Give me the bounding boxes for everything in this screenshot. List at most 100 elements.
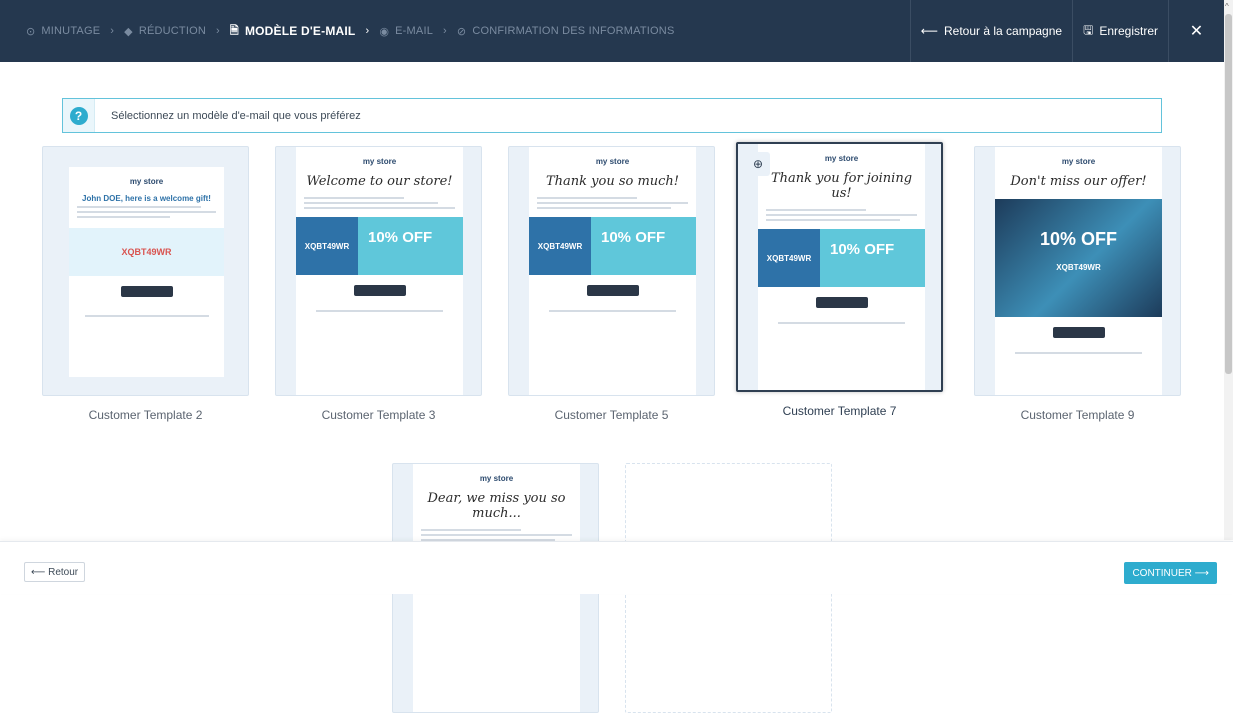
step-email-template[interactable]: 🗎 MODÈLE D'E-MAIL — [230, 22, 356, 41]
discount-band: XQBT49WR 10% OFF — [529, 217, 696, 275]
chevron-right-icon: › — [216, 25, 220, 37]
top-navigation-bar: ⊙ MINUTAGE › ◆ RÉDUCTION › 🗎 MODÈLE D'E-MAI… — [0, 0, 1224, 62]
text-line — [537, 202, 688, 204]
template-card[interactable]: my store John DOE, here is a welcome gif… — [42, 146, 249, 422]
promo-banner: 10% OFF XQBT49WR — [995, 199, 1162, 317]
template-card[interactable]: my store Welcome to our store! XQBT49WR … — [275, 146, 482, 422]
vertical-scrollbar[interactable]: ^ — [1224, 0, 1233, 540]
text-line — [421, 534, 572, 536]
zoom-icon[interactable]: ⊕ — [746, 152, 770, 176]
template-name: Customer Template 3 — [321, 408, 436, 422]
shop-button-preview — [586, 285, 639, 296]
step-label: CONFIRMATION DES INFORMATIONS — [472, 25, 675, 37]
store-logo: my store — [479, 474, 514, 483]
voucher-code: XQBT49WR — [296, 217, 358, 275]
arrow-left-icon: ⟵ — [920, 24, 938, 38]
template-card[interactable]: my store Don't miss our offer! 10% OFF X… — [974, 146, 1181, 422]
text-line — [84, 315, 209, 317]
back-button[interactable]: ⟵ Retour — [24, 562, 86, 582]
step-label: MODÈLE D'E-MAIL — [244, 24, 356, 38]
question-icon: ? — [69, 106, 88, 125]
template-card[interactable]: my store Thank you so much! XQBT49WR 10%… — [508, 146, 715, 422]
continue-button[interactable]: CONTINUER ⟶ — [1124, 562, 1217, 584]
template-preview[interactable]: ⊕ my store Thank you for joining us! XQB… — [736, 142, 943, 392]
footer-divider — [778, 322, 905, 324]
back-to-campaign-button[interactable]: ⟵ Retour à la campagne — [909, 0, 1072, 62]
close-button[interactable]: ✕ — [1168, 0, 1224, 62]
footer-divider — [1015, 352, 1142, 354]
text-line — [77, 211, 216, 213]
email-heading: Don't miss our offer! — [1010, 174, 1147, 189]
scrollbar-thumb[interactable] — [1225, 14, 1232, 374]
discount-text: 10% OFF — [830, 241, 895, 258]
template-card-selected[interactable]: ⊕ my store Thank you for joining us! XQB… — [736, 142, 943, 418]
shop-button-preview — [815, 297, 868, 308]
text-line — [766, 209, 867, 211]
step-minutage[interactable]: ⊙ MINUTAGE — [26, 25, 100, 38]
step-label: E-MAIL — [395, 25, 434, 37]
text-line — [304, 207, 455, 209]
step-label: RÉDUCTION — [138, 25, 207, 37]
template-preview[interactable]: my store Don't miss our offer! 10% OFF X… — [974, 146, 1181, 396]
notice-icon-box: ? — [63, 99, 95, 132]
store-logo: my store — [595, 157, 630, 166]
email-preview: my store John DOE, here is a welcome gif… — [69, 167, 224, 377]
text-line — [766, 219, 900, 221]
header-actions: ⟵ Retour à la campagne 🖫 Enregistrer ✕ — [909, 0, 1224, 62]
save-label: Enregistrer — [1099, 24, 1158, 38]
email-preview: my store Don't miss our offer! 10% OFF X… — [995, 147, 1162, 395]
clock-icon: ⊙ — [26, 25, 36, 38]
info-notice: ? Sélectionnez un modèle d'e-mail que vo… — [62, 98, 1162, 133]
text-line — [766, 214, 917, 216]
wizard-steps: ⊙ MINUTAGE › ◆ RÉDUCTION › 🗎 MODÈLE D'E-MAI… — [0, 22, 910, 41]
text-line — [421, 529, 522, 531]
text-line — [77, 216, 170, 218]
document-icon: 🗎 — [229, 24, 239, 37]
check-circle-icon: ⊘ — [456, 25, 467, 38]
notice-text: Sélectionnez un modèle d'e-mail que vous… — [111, 109, 361, 122]
voucher-code: XQBT49WR — [529, 217, 591, 275]
discount-band: XQBT49WR 10% OFF — [758, 229, 925, 287]
template-preview[interactable]: my store John DOE, here is a welcome gif… — [42, 146, 249, 396]
scroll-up-icon[interactable]: ^ — [1225, 2, 1229, 11]
template-name: Customer Template 2 — [88, 408, 203, 422]
store-logo: my store — [362, 157, 397, 166]
text-line — [77, 206, 201, 208]
footer-bar: ⟵ Retour CONTINUER ⟶ — [0, 541, 1233, 594]
template-preview[interactable]: my store Welcome to our store! XQBT49WR … — [275, 146, 482, 396]
email-heading: Welcome to our store! — [306, 174, 453, 189]
back-to-campaign-label: Retour à la campagne — [944, 24, 1063, 38]
template-name: Customer Template 5 — [554, 408, 669, 422]
eye-icon: ◉ — [379, 25, 390, 38]
discount-text: 10% OFF — [601, 229, 666, 246]
text-line — [304, 202, 438, 204]
step-confirmation[interactable]: ⊘ CONFIRMATION DES INFORMATIONS — [457, 25, 675, 38]
text-line — [304, 197, 405, 199]
step-email[interactable]: ◉ E-MAIL — [379, 25, 433, 38]
email-heading: Thank you for joining us! — [770, 171, 913, 201]
email-heading: John DOE, here is a welcome gift! — [82, 194, 211, 203]
discount-text: 10% OFF — [1039, 229, 1118, 249]
chevron-right-icon: › — [365, 25, 370, 37]
chevron-right-icon: › — [443, 25, 447, 37]
email-preview: my store Thank you so much! XQBT49WR 10%… — [529, 147, 696, 395]
footer-divider — [316, 310, 443, 312]
step-label: MINUTAGE — [41, 25, 101, 37]
floppy-disk-icon: 🖫 — [1083, 22, 1094, 37]
voucher-band: XQBT49WR — [69, 228, 224, 276]
discount-band: XQBT49WR 10% OFF — [296, 217, 463, 275]
discount-text: 10% OFF — [368, 229, 433, 246]
template-name: Customer Template 9 — [1020, 408, 1135, 422]
text-line — [537, 207, 671, 209]
email-heading: Dear, we miss you so much... — [427, 491, 566, 521]
footer-divider — [549, 310, 676, 312]
step-reduction[interactable]: ◆ RÉDUCTION — [124, 25, 206, 38]
save-button[interactable]: 🖫 Enregistrer — [1072, 0, 1168, 62]
template-preview[interactable]: my store Thank you so much! XQBT49WR 10%… — [508, 146, 715, 396]
chevron-right-icon: › — [110, 25, 115, 37]
email-heading: Thank you so much! — [545, 174, 680, 189]
voucher-code: XQBT49WR — [758, 229, 820, 287]
email-preview: my store Thank you for joining us! XQBT4… — [758, 144, 925, 390]
shop-button-preview — [353, 285, 406, 296]
template-name: Customer Template 7 — [782, 404, 897, 418]
